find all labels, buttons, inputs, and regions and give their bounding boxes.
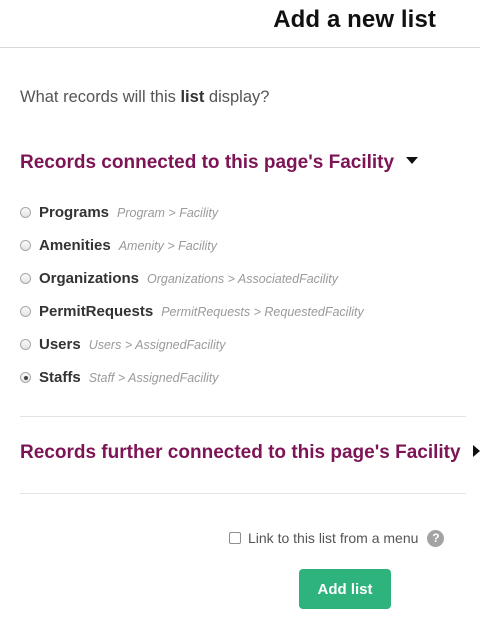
menu-link-label: Link to this list from a menu [248, 530, 419, 546]
option-amenities[interactable]: Amenities Amenity > Facility [20, 229, 460, 262]
option-label: Organizations [39, 270, 140, 287]
option-path: Organizations > AssociatedFacility [147, 271, 338, 286]
option-label: Staffs [39, 369, 81, 386]
option-label: PermitRequests [39, 303, 154, 320]
question-text: What records will this list display? [20, 88, 269, 107]
caret-down-icon [406, 157, 419, 165]
section-connected-toggle[interactable]: Records connected to this page's Facilit… [20, 152, 419, 174]
radio-button[interactable] [20, 207, 31, 218]
radio-button[interactable] [20, 339, 31, 350]
option-permitrequests[interactable]: PermitRequests PermitRequests > Requeste… [20, 295, 460, 328]
section-further-toggle[interactable]: Records further connected to this page's… [20, 442, 480, 464]
option-programs[interactable]: Programs Program > Facility [20, 196, 460, 229]
option-label: Users [39, 336, 81, 353]
option-path: Program > Facility [117, 205, 219, 220]
dialog-header: Add a new list [0, 0, 480, 48]
option-path: Amenity > Facility [118, 238, 217, 253]
radio-button-selected[interactable] [20, 372, 31, 383]
option-path: PermitRequests > RequestedFacility [161, 304, 364, 319]
help-icon[interactable]: ? [427, 529, 445, 547]
divider [20, 416, 466, 417]
caret-right-icon [472, 444, 480, 457]
add-list-button[interactable]: Add list [299, 569, 391, 609]
divider [20, 493, 466, 494]
record-options: Programs Program > Facility Amenities Am… [20, 196, 460, 394]
section-connected-title: Records connected to this page's Facilit… [20, 152, 395, 173]
question-emphasis: list [180, 88, 205, 106]
dialog-title: Add a new list [273, 6, 436, 33]
option-path: Staff > AssignedFacility [88, 370, 219, 385]
question-suffix: display? [204, 88, 270, 106]
option-staffs[interactable]: Staffs Staff > AssignedFacility [20, 361, 460, 394]
option-organizations[interactable]: Organizations Organizations > Associated… [20, 262, 460, 295]
option-label: Programs [39, 204, 110, 221]
add-list-dialog: Add a new list What records will this li… [0, 0, 480, 619]
menu-link-checkbox[interactable] [229, 532, 241, 544]
radio-button[interactable] [20, 273, 31, 284]
section-further-title: Records further connected to this page's… [20, 442, 461, 463]
radio-button[interactable] [20, 240, 31, 251]
question-prefix: What records will this [20, 88, 181, 106]
radio-button[interactable] [20, 306, 31, 317]
menu-link-option[interactable]: Link to this list from a menu ? [229, 529, 445, 547]
option-path: Users > AssignedFacility [88, 337, 226, 352]
option-users[interactable]: Users Users > AssignedFacility [20, 328, 460, 361]
option-label: Amenities [39, 237, 111, 254]
